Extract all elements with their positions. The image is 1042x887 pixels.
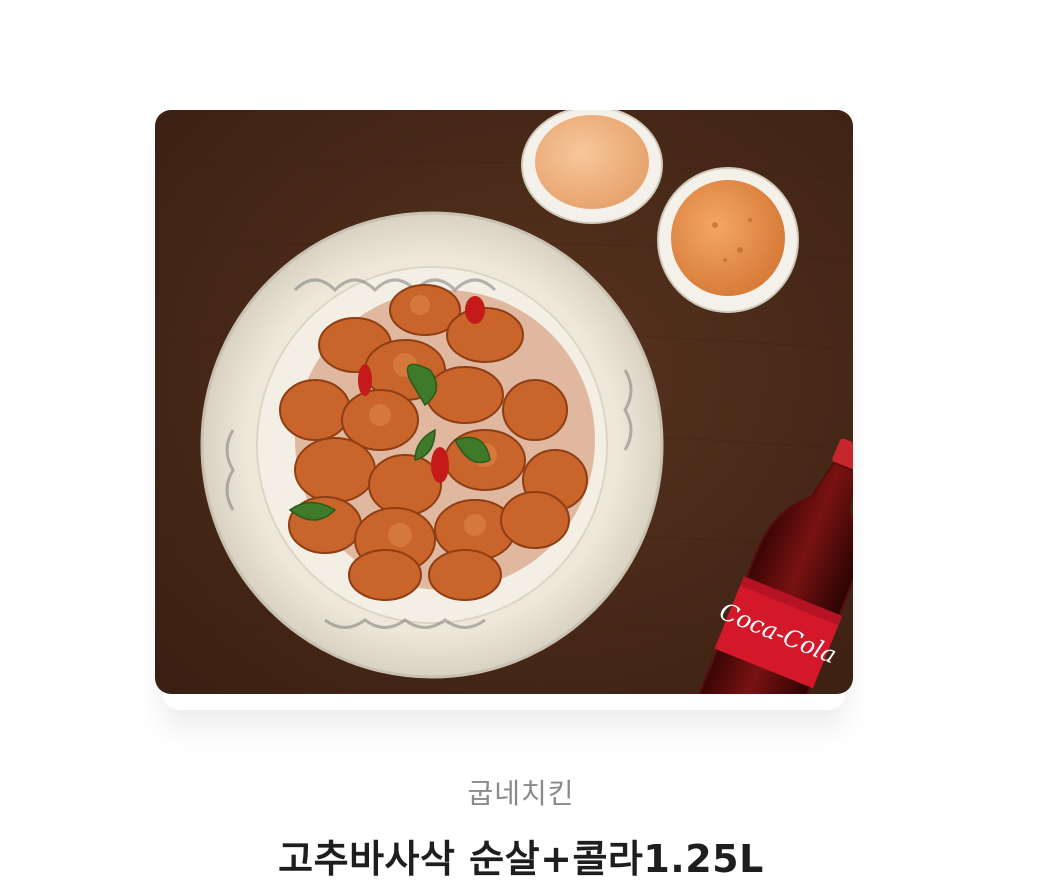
product-image[interactable]: Coca-Cola [155, 110, 853, 694]
product-photo-illustration: Coca-Cola [155, 110, 853, 694]
product-title: 고추바사삭 순살+콜라1.25L [278, 837, 764, 881]
product-brand: 굽네치킨 [467, 777, 575, 810]
cola-bottle: Coca-Cola [662, 438, 853, 694]
sauce-cup-2 [657, 167, 799, 313]
sauce-cup-1 [521, 110, 663, 224]
